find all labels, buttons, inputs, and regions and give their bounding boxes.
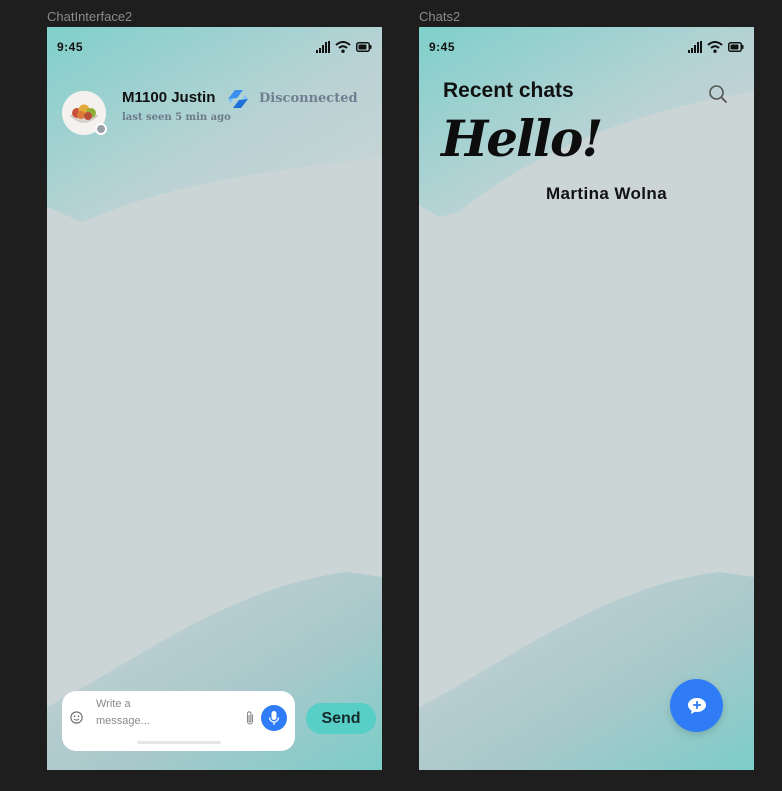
send-button[interactable]: Send [306, 703, 376, 734]
battery-icon [356, 42, 372, 52]
new-chat-button[interactable] [670, 679, 723, 732]
microphone-icon [268, 711, 280, 725]
status-bar: 9:45 [419, 27, 754, 67]
chat-interface-screen: 9:45 M1100 Justin last seen 5 min ago Di… [47, 27, 382, 770]
frame-label-chat-interface: ChatInterface2 [47, 9, 133, 24]
home-indicator [137, 741, 221, 744]
signal-icon [316, 41, 330, 53]
microphone-button[interactable] [261, 705, 287, 731]
paperclip-icon[interactable] [245, 710, 255, 726]
status-time: 9:45 [57, 40, 84, 54]
frame-label-chats: Chats2 [419, 9, 461, 24]
message-composer [62, 691, 295, 751]
search-icon[interactable] [708, 84, 728, 104]
status-bar: 9:45 [47, 27, 382, 67]
chat-plus-icon [687, 697, 706, 714]
signal-icon [688, 41, 702, 53]
wifi-icon [707, 41, 723, 53]
user-name: Martina Wolna [546, 184, 668, 203]
chat-header: M1100 Justin last seen 5 min ago Disconn… [62, 89, 372, 139]
presence-indicator [95, 123, 107, 135]
connection-status: Disconnected [259, 91, 358, 106]
message-input[interactable] [96, 696, 156, 738]
last-seen: last seen 5 min ago [122, 112, 231, 123]
battery-icon [728, 42, 744, 52]
emoji-icon[interactable] [70, 711, 83, 724]
page-title: Recent chats [443, 79, 574, 102]
wifi-icon [335, 41, 351, 53]
chats-screen: 9:45 Recent chats Hello! Martina Wolna [419, 27, 754, 770]
sync-icon [228, 90, 248, 108]
status-time: 9:45 [429, 40, 456, 54]
greeting: Hello! [441, 109, 603, 168]
contact-name: M1100 Justin [122, 89, 216, 106]
